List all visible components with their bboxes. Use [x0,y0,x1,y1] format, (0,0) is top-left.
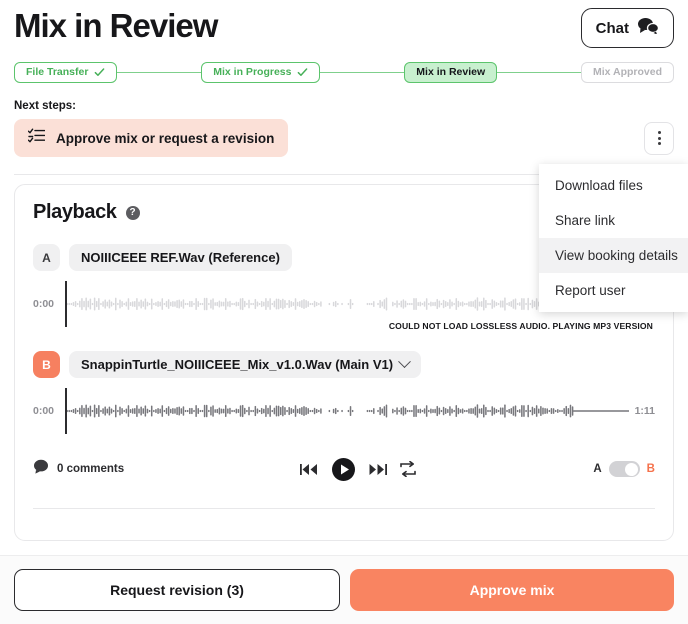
step-mix-approved-label: Mix Approved [592,66,662,78]
chat-button-label: Chat [595,19,629,37]
transport-controls [300,457,417,482]
comments-button[interactable]: 0 comments [33,459,124,479]
step-mix-in-review[interactable]: Mix in Review [404,62,498,83]
step-mix-in-progress-label: Mix in Progress [213,66,292,78]
menu-item-view-booking-details[interactable]: View booking details [539,238,688,273]
step-mix-approved[interactable]: Mix Approved [580,62,674,83]
chat-button[interactable]: Chat [580,8,674,48]
more-options-button[interactable] [644,121,674,155]
menu-item-share-link[interactable]: Share link [539,203,688,238]
track-b-start-time: 0:00 [33,405,55,417]
kebab-dot [657,131,661,134]
loop-icon[interactable] [399,461,417,477]
track-a-badge: A [33,244,60,271]
fast-forward-icon[interactable] [368,462,388,477]
ab-switch-knob [625,462,639,476]
step-mix-in-progress[interactable]: Mix in Progress [201,62,321,83]
track-a-name[interactable]: NOIIICEEE REF.Wav (Reference) [69,244,292,271]
next-step-action[interactable]: Approve mix or request a revision [14,119,289,157]
progress-stepper: File Transfer Mix in Progress Mix in Rev… [0,62,688,83]
card-inner-divider [33,508,655,509]
ab-toggle-b-label: B [646,463,655,475]
step-connector-1 [117,71,202,74]
track-b-waveform-row: 0:00 1:11 [33,388,655,434]
step-connector-2 [320,71,405,74]
chevron-down-icon[interactable] [398,355,411,369]
track-b-waveform[interactable] [65,388,629,434]
options-dropdown-menu: Download files Share link View booking d… [539,164,688,312]
next-steps-row: Approve mix or request a revision [0,119,688,157]
track-b-waveform-svg [65,404,629,418]
track-b-badge: B [33,351,60,378]
rewind-icon[interactable] [300,462,319,477]
next-steps-label: Next steps: [14,100,76,112]
step-file-transfer-label: File Transfer [26,66,89,78]
chat-bubbles-icon [637,17,660,39]
ab-compare-toggle[interactable]: A B [593,461,655,477]
page-title: Mix in Review [14,7,218,44]
ab-toggle-a-label: A [593,463,602,475]
track-b-name-label: SnappinTurtle_NOIIICEEE_Mix_v1.0.Wav (Ma… [81,357,394,372]
action-footer: Request revision (3) Approve mix [0,555,688,624]
next-step-action-label: Approve mix or request a revision [56,130,275,146]
kebab-dot [657,136,661,140]
approve-mix-button[interactable]: Approve mix [350,569,674,611]
check-icon [95,68,105,76]
track-b-header: B SnappinTurtle_NOIIICEEE_Mix_v1.0.Wav (… [33,351,655,378]
playback-title: Playback [33,201,117,223]
menu-item-report-user[interactable]: Report user [539,273,688,308]
request-revision-button[interactable]: Request revision (3) [14,569,340,611]
track-b-end-time: 1:11 [634,405,655,417]
help-icon[interactable]: ? [125,205,140,220]
track-a-name-label: NOIIICEEE REF.Wav (Reference) [81,250,280,265]
check-icon [298,68,308,76]
checklist-icon [27,128,46,148]
page-header: Mix in Review Chat [0,0,688,52]
player-controls: 0 comments A B [33,452,655,486]
track-b-name[interactable]: SnappinTurtle_NOIIICEEE_Mix_v1.0.Wav (Ma… [69,351,422,378]
track-a-playhead[interactable] [65,281,67,327]
play-icon[interactable] [331,457,356,482]
menu-item-download-files[interactable]: Download files [539,168,688,203]
comment-bubble-icon [33,459,49,479]
kebab-dot [657,142,661,145]
ab-switch[interactable] [608,461,640,477]
step-connector-3 [497,71,581,74]
step-file-transfer[interactable]: File Transfer [14,62,118,83]
step-mix-in-review-label: Mix in Review [416,66,486,78]
track-a-start-time: 0:00 [33,298,55,310]
comments-count-label: 0 comments [57,463,125,475]
track-b-playhead[interactable] [65,388,67,434]
